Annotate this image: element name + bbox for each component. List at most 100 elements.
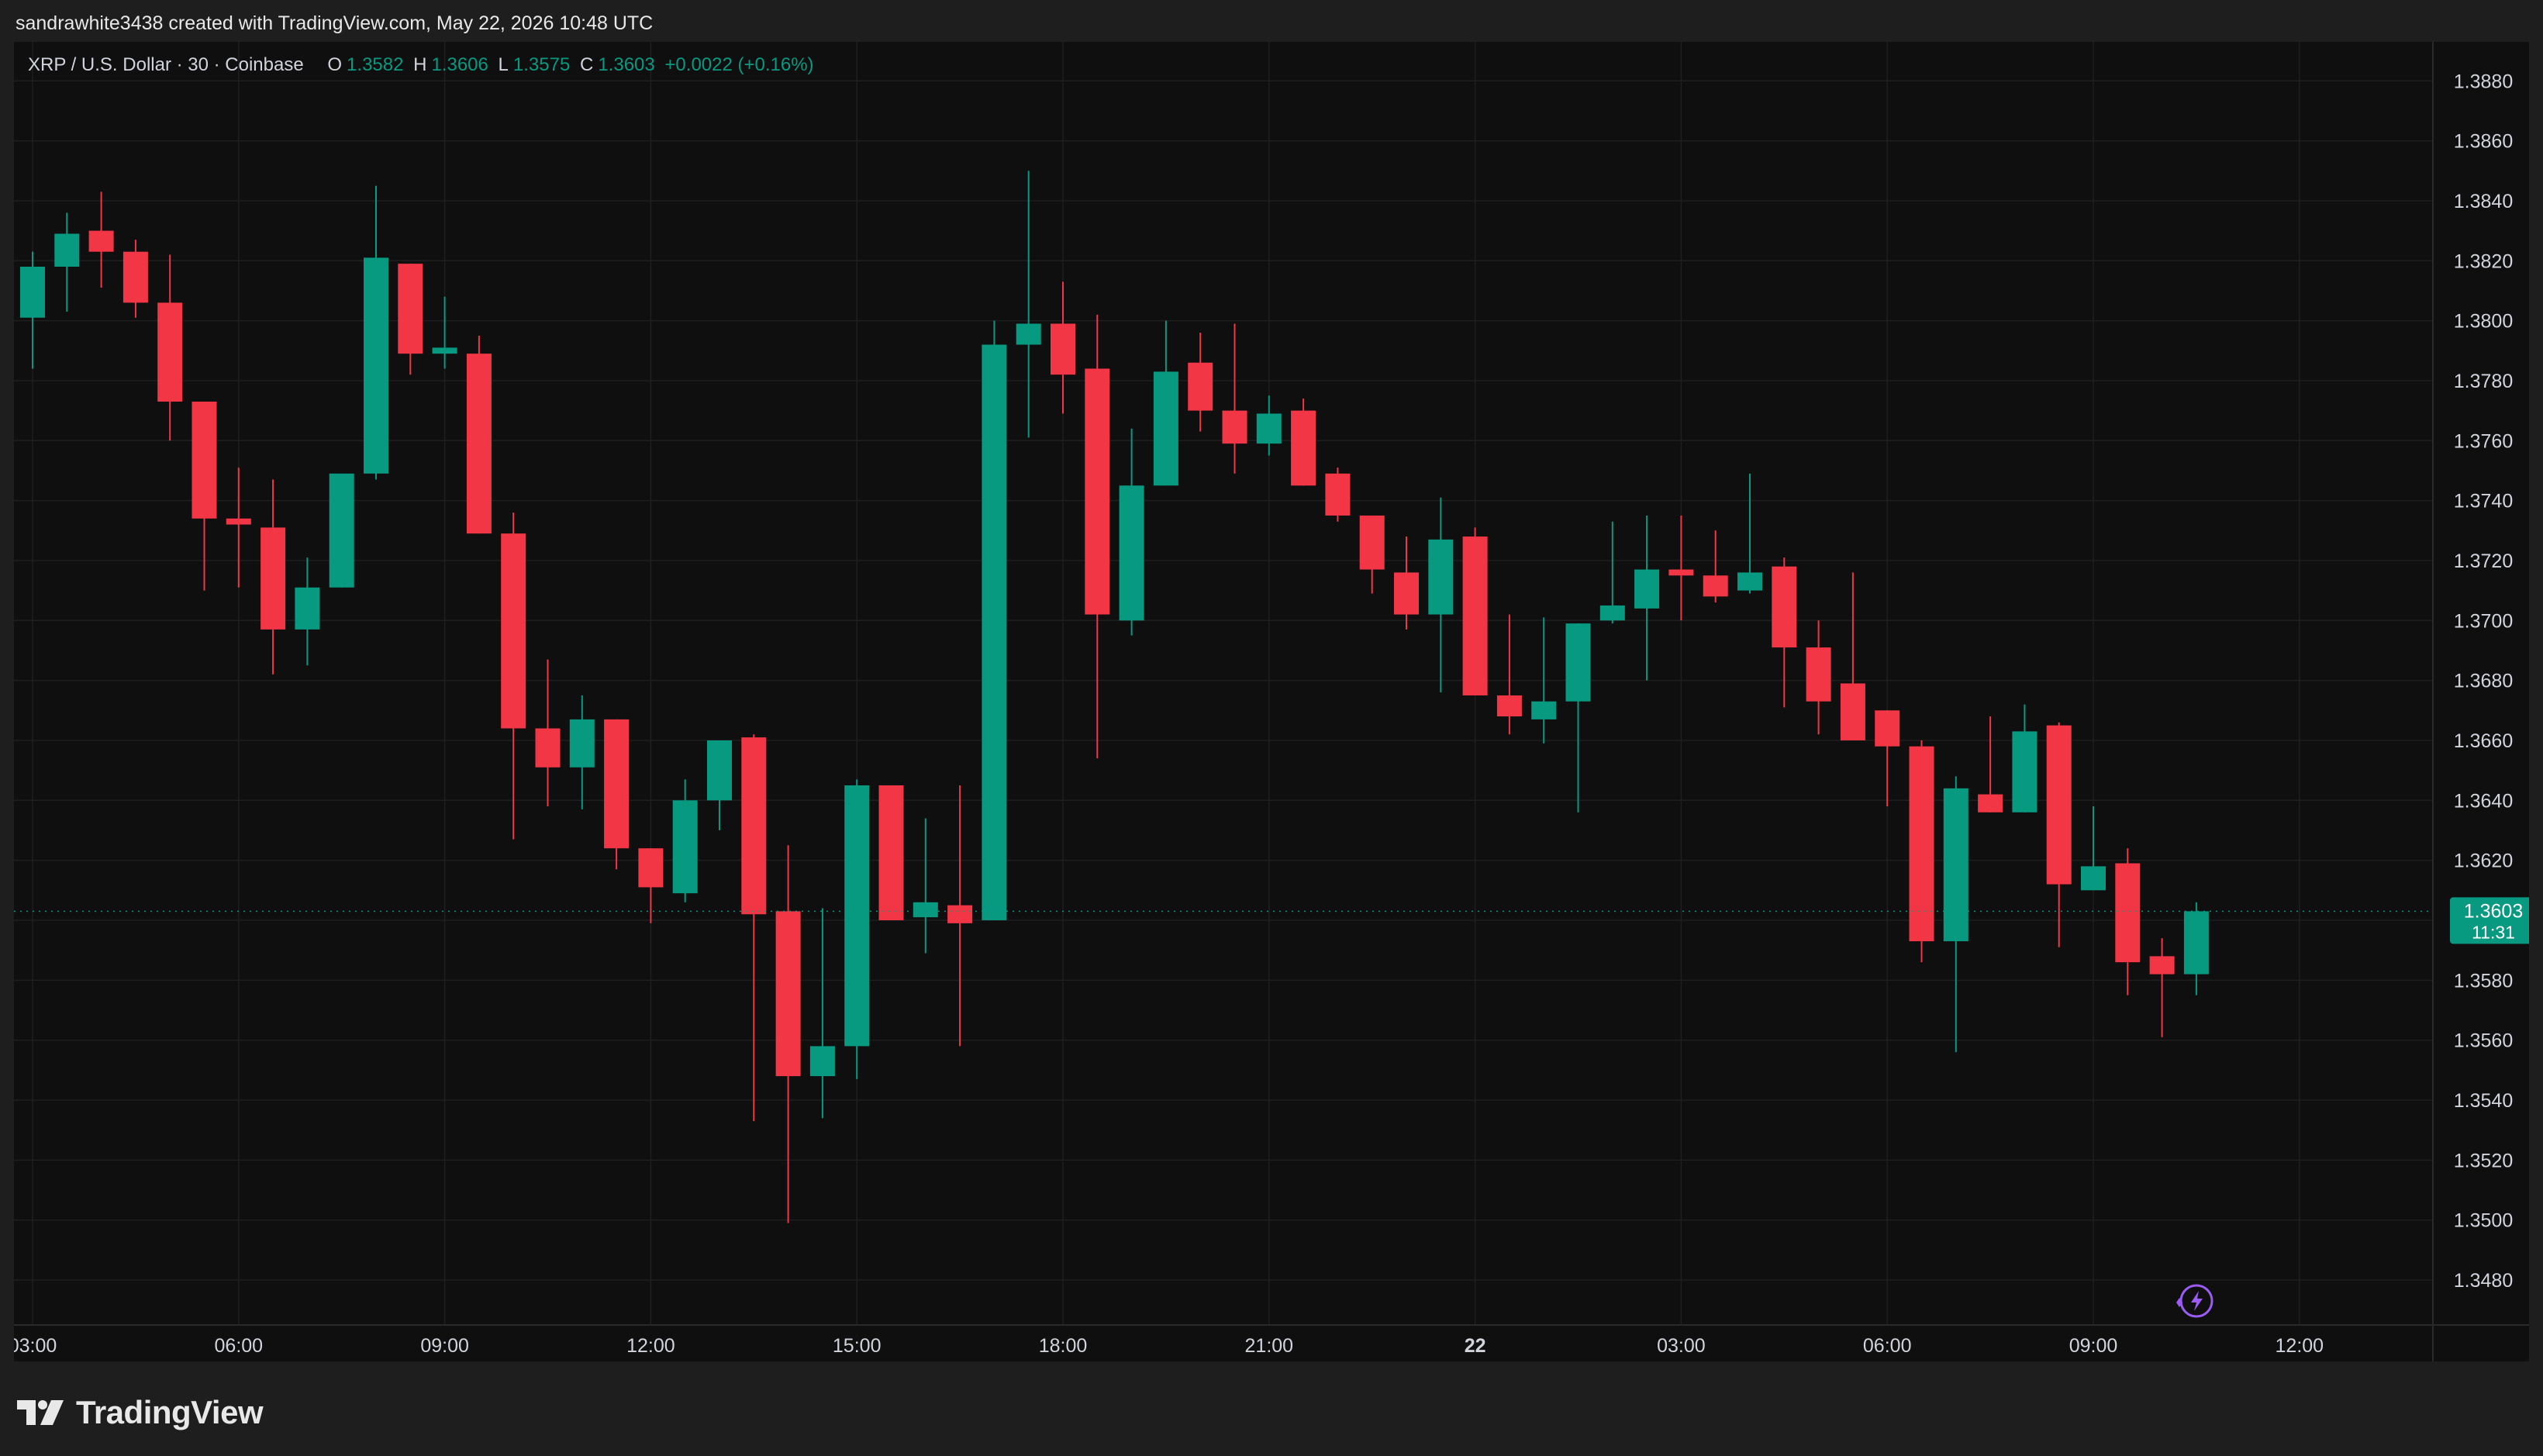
candle-body[interactable]: [295, 587, 320, 630]
candle-body[interactable]: [1565, 623, 1591, 702]
candle-body[interactable]: [192, 402, 217, 519]
lightning-icon[interactable]: [2176, 1284, 2213, 1318]
candle-body[interactable]: [1668, 569, 1694, 576]
candle-body[interactable]: [809, 1046, 835, 1077]
y-tick-label: 1.3540: [2454, 1090, 2513, 1112]
candle-body[interactable]: [1256, 413, 1282, 444]
candle-body[interactable]: [1462, 537, 1488, 695]
y-tick-label: 1.3840: [2454, 191, 2513, 212]
brand-name: TradingView: [76, 1394, 264, 1430]
y-tick-label: 1.3800: [2454, 311, 2513, 333]
candle-body[interactable]: [1840, 683, 1865, 740]
candle-body[interactable]: [1599, 605, 1625, 621]
candle-body[interactable]: [535, 728, 561, 768]
candle-body[interactable]: [501, 533, 526, 729]
candle-body[interactable]: [88, 230, 114, 252]
candle-body[interactable]: [1222, 410, 1247, 444]
last-price-value: 1.3603: [2464, 900, 2523, 922]
candle-body[interactable]: [638, 848, 664, 888]
y-tick-label: 1.3520: [2454, 1150, 2513, 1171]
candle-body[interactable]: [2046, 725, 2072, 885]
y-tick-label: 1.3720: [2454, 550, 2513, 572]
candle-body[interactable]: [1325, 473, 1351, 516]
candle-body[interactable]: [1428, 539, 1454, 615]
tradingview-logo-icon: [17, 1400, 64, 1425]
x-tick-label: 06:00: [215, 1335, 264, 1357]
candle-body[interactable]: [2012, 731, 2038, 813]
y-tick-label: 1.3580: [2454, 970, 2513, 992]
y-tick-label: 1.3780: [2454, 371, 2513, 392]
candle-body[interactable]: [1291, 410, 1316, 486]
candle-body[interactable]: [1085, 368, 1110, 615]
candle-body[interactable]: [1531, 701, 1557, 719]
open-value: 1.3582: [347, 54, 404, 75]
y-tick-label: 1.3640: [2454, 790, 2513, 812]
candle-body[interactable]: [1051, 323, 1075, 375]
candle-body[interactable]: [1496, 695, 1522, 717]
candle-body[interactable]: [466, 354, 492, 534]
change-value: +0.0022 (+0.16%): [664, 54, 814, 75]
candle-body[interactable]: [741, 737, 767, 915]
candle-body[interactable]: [2081, 866, 2106, 891]
y-tick-label: 1.3860: [2454, 131, 2513, 153]
candle-body[interactable]: [432, 347, 457, 354]
candle-body[interactable]: [20, 267, 45, 318]
footer: TradingView: [0, 1361, 2543, 1456]
x-tick-label: 03:00: [1657, 1335, 1706, 1357]
candle-body[interactable]: [604, 719, 630, 849]
chart-area[interactable]: 1.3480 1.3500 1.3520 1.3540 1.3560 1.3580 1.36…: [14, 42, 2529, 1361]
candle-body[interactable]: [672, 800, 698, 894]
candle-body[interactable]: [844, 785, 870, 1047]
candle-body[interactable]: [1634, 569, 1660, 609]
low-value: 1.3575: [512, 54, 571, 75]
candle-body[interactable]: [1978, 794, 2003, 813]
candle-body[interactable]: [1875, 710, 1900, 747]
candle-body[interactable]: [1394, 572, 1419, 615]
y-tick-label: 1.3880: [2454, 71, 2513, 92]
candle-body[interactable]: [1806, 647, 1831, 702]
candle-body[interactable]: [878, 785, 904, 920]
candle-body[interactable]: [1016, 323, 1041, 345]
candle-body[interactable]: [1119, 485, 1144, 621]
candle-body[interactable]: [226, 518, 251, 525]
top-bar: sandrawhite3438 created with TradingView…: [0, 0, 2543, 42]
y-tick-label: 1.3700: [2454, 610, 2513, 632]
candle-body[interactable]: [261, 527, 286, 630]
candle-body[interactable]: [1737, 572, 1762, 591]
candle-body[interactable]: [775, 911, 801, 1077]
candle-body[interactable]: [2149, 956, 2175, 975]
brand[interactable]: TradingView: [17, 1394, 264, 1431]
candle-body[interactable]: [54, 233, 80, 267]
x-tick-label: 12:00: [626, 1335, 675, 1357]
candle-body[interactable]: [1359, 515, 1385, 570]
candle-body[interactable]: [122, 251, 148, 303]
bar-countdown: 11:31: [2472, 922, 2515, 942]
candle-body[interactable]: [2115, 863, 2141, 963]
candle-body[interactable]: [1943, 788, 1968, 942]
candle-body[interactable]: [913, 902, 938, 918]
y-tick-label: 1.3620: [2454, 850, 2513, 872]
candle-body[interactable]: [2183, 911, 2209, 975]
candle-body[interactable]: [1703, 575, 1728, 597]
snapshot-credit: sandrawhite3438 created with TradingView…: [16, 12, 654, 34]
x-tick-label: 03:00: [14, 1335, 57, 1357]
candle-body[interactable]: [1153, 371, 1178, 486]
symbol-title[interactable]: XRP / U.S. Dollar · 30 · Coinbase: [28, 54, 304, 75]
y-tick-label: 1.3760: [2454, 430, 2513, 452]
candle-body[interactable]: [947, 905, 973, 923]
candle-body[interactable]: [1188, 362, 1213, 411]
candle-body[interactable]: [707, 740, 732, 801]
candlestick-chart[interactable]: 1.3480 1.3500 1.3520 1.3540 1.3560 1.3580 1.36…: [14, 42, 2529, 1361]
candle-body[interactable]: [1909, 746, 1934, 942]
x-tick-label: 12:00: [2276, 1335, 2324, 1357]
open-label: O: [327, 54, 343, 75]
low-label: L: [498, 54, 509, 75]
y-tick-label: 1.3820: [2454, 250, 2513, 272]
candle-body[interactable]: [364, 257, 388, 474]
candle-body[interactable]: [982, 344, 1007, 920]
candle-body[interactable]: [157, 302, 183, 402]
candle-body[interactable]: [329, 473, 354, 588]
candle-body[interactable]: [569, 719, 595, 768]
candle-body[interactable]: [1772, 566, 1797, 648]
candle-body[interactable]: [398, 264, 423, 354]
